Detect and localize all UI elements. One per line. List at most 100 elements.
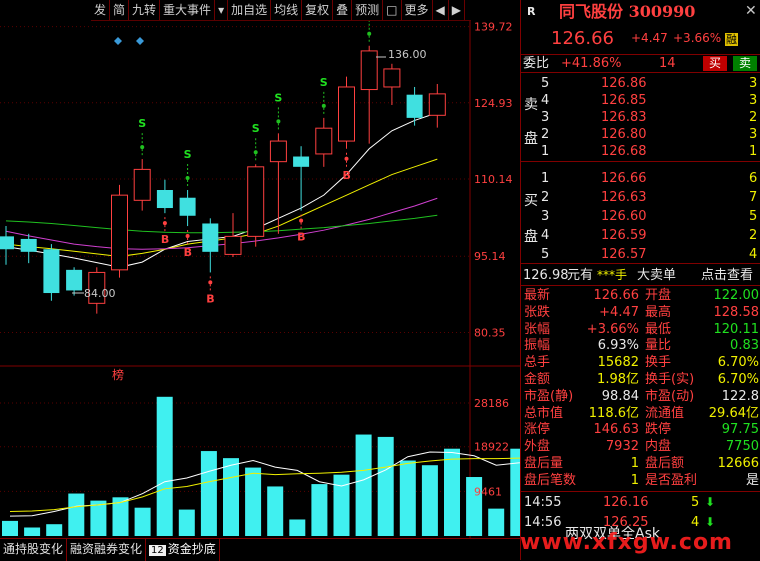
toolbar-item[interactable]: 预测 <box>352 0 384 20</box>
bid-level[interactable]: 5 126.57 4 <box>521 246 760 263</box>
stat-key: 最低 <box>645 321 672 337</box>
stat-key: 最新 <box>524 288 551 303</box>
bid-level[interactable]: 2 126.63 7 <box>521 189 760 206</box>
toolbar-item[interactable]: 加自选 <box>228 0 272 20</box>
toolbar-item[interactable]: 发 <box>91 0 111 20</box>
volume-bar[interactable] <box>289 519 306 536</box>
bang-label[interactable]: 榜 <box>112 367 124 382</box>
price-axis-tick: 124.93 <box>474 97 513 110</box>
bid-level[interactable]: 4 126.59 2 <box>521 227 760 244</box>
svg-text:S: S <box>274 91 282 104</box>
bigorder-yuan: 元有 <box>567 268 594 283</box>
stat-key: 市盈(动) <box>645 388 695 404</box>
volume-bar[interactable] <box>377 436 394 536</box>
volume-bar[interactable] <box>444 448 460 536</box>
svg-text:B: B <box>343 169 351 182</box>
svg-text:S: S <box>184 148 192 161</box>
toolbar-item[interactable]: 复权 <box>302 0 334 20</box>
stat-value: 1 <box>630 456 639 471</box>
volume-bar[interactable] <box>245 467 262 536</box>
toolbar-item[interactable]: 叠 <box>333 0 353 20</box>
volume-bar[interactable] <box>355 434 372 536</box>
toolbar-item[interactable]: ▶ <box>449 0 465 20</box>
bid-volume: 5 <box>749 209 758 224</box>
volume-bar[interactable] <box>223 458 239 536</box>
tick-time: 14:55 <box>524 495 562 510</box>
volume-bar[interactable] <box>2 520 18 536</box>
tab-label: 通持股变化 <box>3 542 64 556</box>
sell-side-label: 卖 <box>524 97 538 113</box>
volume-axis-tick: 9461 <box>474 485 502 498</box>
volume-bar[interactable] <box>333 474 350 536</box>
stat-row: 总手 15682 换手 6.70% <box>521 354 760 371</box>
volume-bar[interactable] <box>134 507 151 536</box>
stat-key: 最高 <box>645 304 672 320</box>
stat-key: 换手(实) <box>645 372 695 387</box>
stat-value: 128.58 <box>713 304 760 320</box>
toolbar-item[interactable]: 重大事件 <box>160 0 216 20</box>
stat-row: 振幅 6.93% 量比 0.83 <box>521 337 760 354</box>
stat-value: 120.11 <box>713 321 760 337</box>
volume-bar[interactable] <box>46 524 63 536</box>
stat-key: 量比 <box>645 338 672 354</box>
stat-key: 总手 <box>524 355 551 371</box>
candlestick[interactable] <box>111 184 128 278</box>
bigorder-link[interactable]: 点击查看 <box>701 267 753 284</box>
bottom-tab[interactable]: 融资融券变化 <box>67 539 147 561</box>
stat-row: 盘后笔数 1 是否盈利 是 <box>521 472 760 489</box>
toolbar-item[interactable]: 均线 <box>271 0 303 20</box>
volume-bar[interactable] <box>200 451 217 536</box>
tab-label: 资金抄底 <box>167 542 216 556</box>
toolbar-item[interactable]: 更多 <box>402 0 433 20</box>
bid-volume: 2 <box>749 228 758 243</box>
high-price-marker: 136.00 <box>388 48 427 61</box>
candlestick[interactable] <box>43 244 60 301</box>
volume-axis-tick: 18922 <box>474 441 509 454</box>
bid-price: 126.57 <box>601 247 647 262</box>
level-number: 1 <box>541 171 550 186</box>
toolbar-item[interactable]: 九转 <box>129 0 161 20</box>
bid-volume: 6 <box>749 171 758 186</box>
volume-bar[interactable] <box>399 460 416 537</box>
ask-level[interactable]: 5 126.86 3 <box>521 75 760 92</box>
volume-bar[interactable] <box>510 448 520 536</box>
stat-key: 张幅 <box>524 321 551 337</box>
sell-button[interactable]: 卖 <box>733 56 757 71</box>
quote-panel: R 同飞股份 300990 ✕ 126.66 +4.47 +3.66% 融 委比… <box>520 0 760 560</box>
toolbar-item[interactable]: □ <box>383 0 402 20</box>
volume-bar[interactable] <box>68 493 85 536</box>
volume-bar[interactable] <box>24 527 41 536</box>
svg-text:S: S <box>252 122 260 135</box>
toolbar-item[interactable]: ◀ <box>433 0 449 20</box>
toolbar-item[interactable]: ▾ <box>215 0 229 20</box>
candlestick[interactable] <box>338 76 355 149</box>
ask-level[interactable]: 3 126.83 2 <box>521 109 760 126</box>
bid-level[interactable]: 1 126.66 6 <box>521 170 760 187</box>
stat-value: 7932 <box>605 439 639 455</box>
down-arrow-icon: ⬇ <box>705 495 716 509</box>
volume-bar[interactable] <box>311 484 328 536</box>
volume-bar[interactable] <box>421 465 438 536</box>
bid-volume: 4 <box>749 247 758 262</box>
bottom-tab[interactable]: 12 资金抄底 <box>146 539 220 561</box>
close-icon[interactable]: ✕ <box>745 3 757 20</box>
volume-bar[interactable] <box>156 396 173 536</box>
kline-chart[interactable]: SBSBBSSBSBS 139.72124.93110.1495.1480.35… <box>0 0 520 538</box>
ask-level[interactable]: 1 126.68 1 <box>521 143 760 160</box>
bid-price: 126.63 <box>601 190 647 205</box>
volume-bar[interactable] <box>90 500 107 536</box>
bottom-tab[interactable]: 通持股变化 <box>0 539 68 561</box>
volume-bar[interactable] <box>488 508 505 536</box>
ask-level[interactable]: 2 126.80 3 <box>521 126 760 143</box>
volume-bar[interactable] <box>267 486 284 536</box>
candlestick[interactable] <box>247 164 265 247</box>
volume-bar[interactable] <box>178 509 195 536</box>
stat-key: 内盘 <box>645 439 672 455</box>
stat-value: 15682 <box>597 355 639 371</box>
bid-level[interactable]: 3 126.60 5 <box>521 208 760 225</box>
ask-price: 126.80 <box>601 127 647 142</box>
bid-price: 126.59 <box>601 228 647 243</box>
buy-button[interactable]: 买 <box>703 56 727 71</box>
ask-level[interactable]: 4 126.85 3 <box>521 92 760 109</box>
toolbar-item[interactable]: 简 <box>110 0 130 20</box>
